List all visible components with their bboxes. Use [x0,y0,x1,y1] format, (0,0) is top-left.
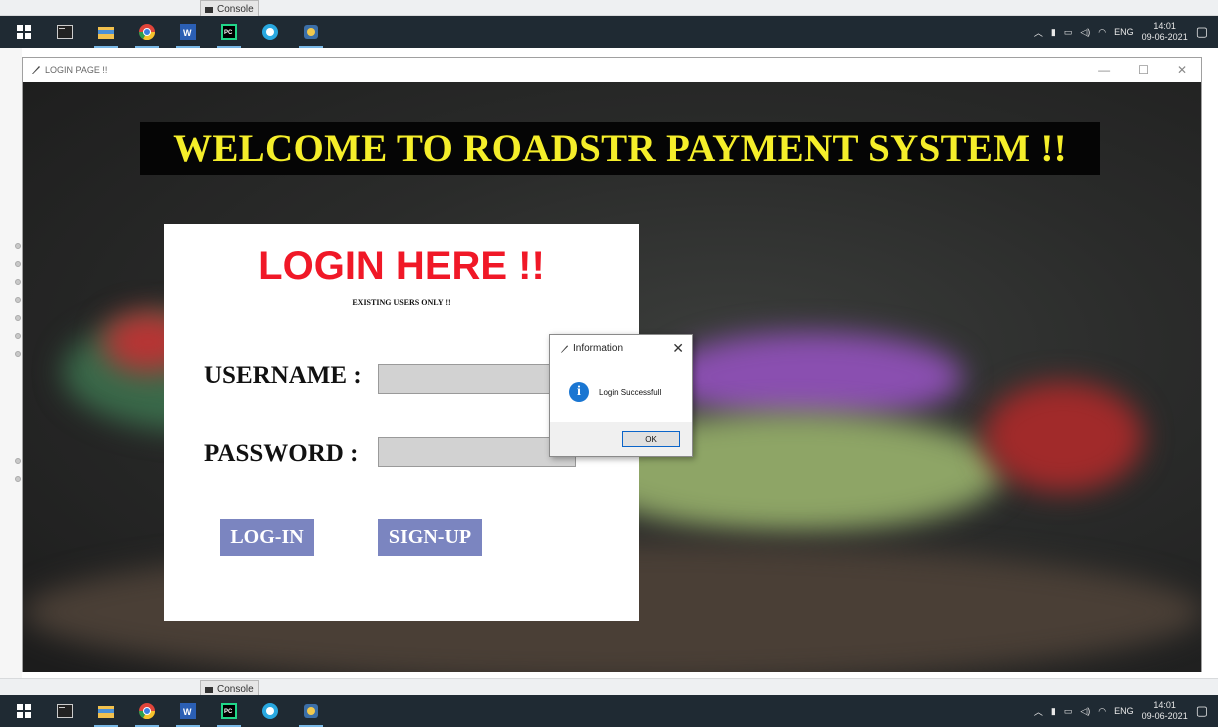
clock[interactable]: 14:01 09-06-2021 [1142,700,1188,722]
password-label: PASSWORD : [204,440,359,467]
gutter-dot [15,243,21,249]
pycharm-icon[interactable]: PC [217,23,241,48]
dialog-close-button[interactable]: ✕ [672,340,684,357]
console-tab-label: Console [217,4,254,15]
language-indicator[interactable]: ENG [1114,27,1134,37]
pycharm-icon[interactable]: PC [217,702,241,727]
dialog-body: i Login Successfull [550,362,692,422]
battery-icon[interactable]: ▭ [1064,706,1073,717]
console-icon [205,6,213,13]
console-tab-bottom[interactable]: Console [200,680,259,696]
chevron-up-icon[interactable]: ︿ [1034,705,1043,718]
information-dialog: Information ✕ i Login Successfull OK [549,334,693,457]
welcome-banner-text: WELCOME TO ROADSTR PAYMENT SYSTEM !! [173,127,1067,170]
gutter-dot [15,261,21,267]
clock-time: 14:01 [1153,700,1176,710]
app-circle-icon[interactable] [261,23,279,41]
username-input[interactable] [378,364,576,394]
speaker-icon[interactable]: ◁) [1080,706,1090,717]
feather-icon [32,66,40,74]
dialog-titlebar[interactable]: Information ✕ [550,335,692,362]
mic-icon[interactable]: ▮ [1051,706,1056,717]
gutter-dot [15,315,21,321]
notification-icon[interactable]: ▢ [1196,703,1208,719]
console-tab-label: Console [217,684,254,695]
clock[interactable]: 14:01 09-06-2021 [1142,21,1188,43]
windows-start-icon[interactable] [15,23,33,41]
python-feather-icon[interactable] [299,23,323,48]
gutter-dot [15,476,21,482]
windows-start-icon[interactable] [15,702,33,720]
speaker-icon[interactable]: ◁) [1080,27,1090,38]
dialog-message: Login Successfull [599,387,662,397]
dialog-footer: OK [550,422,692,456]
terminal-icon[interactable] [56,23,74,41]
console-tab-top[interactable]: Console [200,0,259,16]
taskbar-top: W PC ︿ ▮ ▭ ◁) ◠ ENG 14:01 09-06-2021 ▢ [0,16,1218,48]
ok-button[interactable]: OK [622,431,680,447]
info-icon: i [569,382,589,402]
svg-text:PC: PC [224,30,233,36]
clock-time: 14:01 [1153,21,1176,31]
maximize-button[interactable]: ☐ [1138,63,1149,77]
gutter-dot [15,297,21,303]
wifi-icon[interactable]: ◠ [1098,706,1106,717]
gutter-dot [15,351,21,357]
notification-icon[interactable]: ▢ [1196,24,1208,40]
gutter-dot [15,333,21,339]
login-button[interactable]: LOG-IN [220,519,314,556]
svg-text:PC: PC [224,709,233,715]
window-titlebar[interactable]: LOGIN PAGE !! — ☐ ✕ [23,58,1201,82]
chrome-icon[interactable] [135,23,159,48]
clock-date: 09-06-2021 [1141,32,1188,42]
python-feather-icon[interactable] [299,702,323,727]
file-explorer-icon[interactable] [94,702,118,727]
welcome-banner: WELCOME TO ROADSTR PAYMENT SYSTEM !! [140,122,1100,175]
mic-icon[interactable]: ▮ [1051,27,1056,38]
console-icon [205,686,213,693]
chrome-icon[interactable] [135,702,159,727]
chevron-up-icon[interactable]: ︿ [1034,26,1043,39]
app-circle-icon[interactable] [261,702,279,720]
dialog-title: Information [573,343,624,354]
ide-bottom-strip: Console [0,678,1218,696]
terminal-icon[interactable] [56,702,74,720]
ide-left-gutter [0,48,22,678]
gutter-dot [15,279,21,285]
close-button[interactable]: ✕ [1177,63,1187,77]
login-subtitle: EXISTING USERS ONLY !! [352,298,451,307]
login-title: LOGIN HERE !! [258,244,545,288]
gutter-dot [15,458,21,464]
word-icon[interactable]: W [176,23,200,48]
ide-top-strip: Console [0,0,1218,16]
signup-button[interactable]: SIGN-UP [378,519,482,556]
minimize-button[interactable]: — [1098,63,1110,77]
window-title: LOGIN PAGE !! [45,65,108,75]
password-input[interactable] [378,437,576,467]
svg-text:W: W [183,707,192,717]
clock-date: 09-06-2021 [1141,711,1188,721]
battery-icon[interactable]: ▭ [1064,27,1073,38]
feather-icon [560,344,569,353]
system-tray: ︿ ▮ ▭ ◁) ◠ ENG 14:01 09-06-2021 ▢ [1034,700,1218,722]
language-indicator[interactable]: ENG [1114,706,1134,716]
svg-text:W: W [183,28,192,38]
word-icon[interactable]: W [176,702,200,727]
file-explorer-icon[interactable] [94,23,118,48]
wifi-icon[interactable]: ◠ [1098,27,1106,38]
system-tray: ︿ ▮ ▭ ◁) ◠ ENG 14:01 09-06-2021 ▢ [1034,21,1218,43]
taskbar-bottom: W PC ︿ ▮ ▭ ◁) ◠ ENG 14:01 09-06-2021 ▢ [0,695,1218,727]
username-label: USERNAME : [204,362,362,389]
